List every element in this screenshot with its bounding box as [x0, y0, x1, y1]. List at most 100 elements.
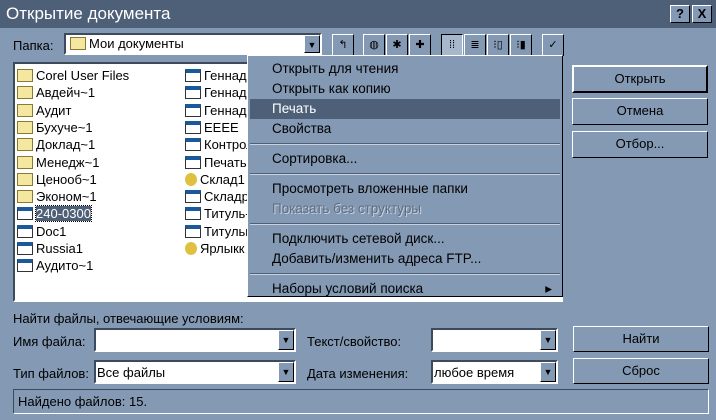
- file-item[interactable]: Доклад~1: [17, 136, 95, 154]
- folder-value: Мои документы: [89, 36, 184, 51]
- menu-item: Показать без структуры: [272, 201, 422, 216]
- document-icon: [17, 242, 33, 255]
- menu-item[interactable]: Печать: [250, 99, 560, 119]
- file-name: Corel User Files: [36, 68, 130, 83]
- file-item[interactable]: Склад1: [185, 171, 245, 189]
- menu-item[interactable]: Свойства: [250, 119, 560, 139]
- properties-view-button[interactable]: ⁝▯: [487, 34, 509, 56]
- file-item[interactable]: Контрол: [185, 136, 254, 154]
- document-icon: [185, 224, 201, 238]
- open-button[interactable]: Открыть: [572, 65, 708, 93]
- status-bar: Найдено файлов: 15.: [13, 389, 709, 414]
- document-icon: [17, 207, 33, 221]
- menu-separator: [250, 223, 560, 225]
- commands-button[interactable]: ✓: [542, 34, 564, 56]
- help-button[interactable]: ?: [670, 5, 690, 23]
- submenu-arrow-icon: ▸: [545, 281, 552, 296]
- file-item[interactable]: Аудит: [17, 102, 71, 120]
- folder-icon: [17, 138, 33, 152]
- file-name: Печать: [204, 154, 247, 170]
- up-folder-button[interactable]: ↰: [332, 34, 354, 56]
- document-icon: [185, 207, 201, 221]
- date-select[interactable]: любое время ▼: [431, 360, 558, 384]
- folder-select[interactable]: Мои документы ▼: [64, 33, 322, 55]
- folder-icon: [70, 37, 86, 50]
- filename-input[interactable]: ▼: [94, 328, 296, 352]
- document-icon: [185, 103, 201, 117]
- menu-item[interactable]: Просмотреть вложенные папки: [250, 179, 560, 199]
- file-name: Аудит: [36, 102, 72, 118]
- document-icon: [185, 120, 201, 134]
- file-item[interactable]: Геннади: [185, 67, 254, 85]
- file-item[interactable]: Геннади: [185, 84, 254, 102]
- preview-view-button[interactable]: ⁝▮: [510, 34, 532, 56]
- file-name: Ценооб~1: [36, 171, 97, 187]
- file-item[interactable]: EEEE: [185, 119, 239, 137]
- document-icon: [185, 86, 201, 100]
- reset-button[interactable]: Сброс: [573, 358, 709, 384]
- file-item[interactable]: 240-0300: [17, 205, 92, 223]
- folder-icon: [17, 69, 33, 82]
- document-icon: [185, 138, 201, 152]
- close-button[interactable]: X: [692, 5, 712, 23]
- file-item[interactable]: Менедж~1: [17, 154, 99, 172]
- folder-icon: [17, 155, 33, 169]
- menu-item[interactable]: Подключить сетевой диск...: [250, 229, 560, 249]
- search-web-button[interactable]: ◍: [363, 34, 385, 56]
- context-menu: Открыть для чтения Открыть как копию Печат…: [247, 55, 563, 297]
- file-name: Аудито~1: [36, 258, 94, 274]
- filename-label: Имя файла:: [13, 334, 86, 349]
- chevron-down-icon[interactable]: ▼: [540, 330, 556, 350]
- file-item[interactable]: Corel User Files: [17, 67, 129, 85]
- chevron-down-icon[interactable]: ▼: [304, 35, 320, 53]
- file-item[interactable]: Титуль-: [185, 205, 250, 223]
- menu-item[interactable]: Наборы условий поиска ▸: [250, 279, 560, 299]
- chevron-down-icon[interactable]: ▼: [540, 362, 556, 382]
- filetype-select[interactable]: Все файлы ▼: [94, 360, 296, 384]
- file-item[interactable]: Эконом~1: [17, 188, 97, 206]
- file-item[interactable]: Ярлыкк: [185, 240, 244, 258]
- favorites-button[interactable]: ✱: [386, 34, 408, 56]
- list-view-button[interactable]: ⁞⁞: [441, 34, 463, 56]
- file-name: 240-0300: [35, 205, 92, 223]
- file-item[interactable]: Печать: [185, 154, 247, 172]
- document-icon: [17, 259, 33, 273]
- menu-item[interactable]: Открыть как копию: [250, 79, 560, 99]
- file-item[interactable]: Титульн: [185, 223, 252, 241]
- find-button[interactable]: Найти: [573, 326, 709, 352]
- file-item[interactable]: Doc1: [17, 223, 66, 241]
- menu-item[interactable]: Открыть для чтения: [250, 59, 560, 79]
- folder-icon: [17, 172, 33, 186]
- file-item[interactable]: Аудито~1: [17, 257, 93, 275]
- chevron-down-icon[interactable]: ▼: [278, 362, 294, 382]
- file-item[interactable]: Бухуче~1: [17, 119, 93, 137]
- cancel-button[interactable]: Отмена: [572, 98, 708, 125]
- date-label: Дата изменения:: [307, 366, 409, 381]
- file-item[interactable]: Russia1: [17, 240, 83, 258]
- file-name: EEEE: [204, 119, 239, 135]
- menu-separator: [250, 273, 560, 275]
- add-favorites-button[interactable]: ✚: [409, 34, 431, 56]
- menu-item[interactable]: Добавить/изменить адреса FTP...: [250, 249, 560, 269]
- file-item[interactable]: Ценооб~1: [17, 171, 97, 189]
- file-item[interactable]: Авдейч~1: [17, 84, 95, 102]
- text-property-input[interactable]: ▼: [431, 328, 558, 352]
- file-name: Титуль-: [204, 206, 250, 222]
- document-icon: [185, 155, 201, 169]
- folder-icon: [17, 190, 33, 204]
- file-item[interactable]: Складр-: [185, 188, 253, 206]
- filter-button[interactable]: Отбор...: [572, 131, 708, 158]
- details-view-button[interactable]: ≣: [464, 34, 486, 56]
- document-icon: [17, 224, 33, 238]
- menu-item[interactable]: Сортировка...: [250, 149, 560, 169]
- file-name: Склад1: [200, 171, 245, 187]
- filetype-value: Все файлы: [97, 365, 166, 380]
- folder-icon: [17, 86, 33, 100]
- chevron-down-icon[interactable]: ▼: [278, 330, 294, 350]
- file-name: Russia1: [36, 241, 83, 256]
- document-icon: [185, 69, 201, 82]
- folder-icon: [17, 120, 33, 134]
- document-icon: [185, 190, 201, 204]
- folder-icon: [17, 103, 33, 117]
- file-item[interactable]: Геннади: [185, 102, 254, 120]
